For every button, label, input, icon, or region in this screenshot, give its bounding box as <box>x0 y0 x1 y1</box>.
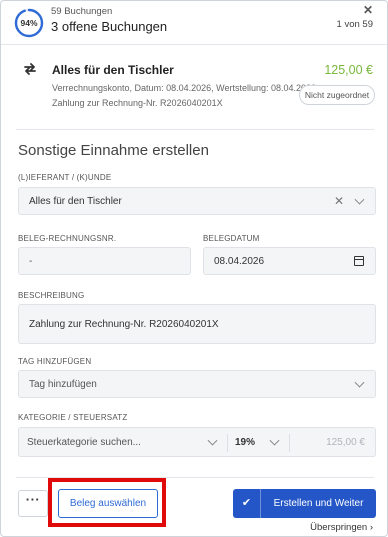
supplier-value: Alles für den Tischler <box>29 195 122 207</box>
tag-label: TAG HINZUFÜGEN <box>18 357 92 366</box>
chevron-down-icon[interactable] <box>354 194 365 205</box>
create-and-next-button[interactable]: ✔ Erstellen und Weiter <box>233 489 376 518</box>
receipt-date-label: BELEGDATUM <box>203 234 260 243</box>
divider <box>16 129 374 130</box>
tag-select[interactable]: Tag hinzufügen <box>18 370 376 398</box>
select-receipt-button[interactable]: Beleg auswählen <box>58 489 158 518</box>
receipt-date-value: 08.04.2026 <box>214 255 265 267</box>
transfer-arrows-icon <box>24 63 36 75</box>
supplier-select[interactable]: Alles für den Tischler ✕ <box>18 187 376 215</box>
pager-label: 1 von 59 <box>336 19 373 30</box>
description-label: BESCHREIBUNG <box>18 291 85 300</box>
transaction-details: Verrechnungskonto, Datum: 08.04.2026, We… <box>52 83 317 93</box>
category-label: KATEGORIE / STEUERSATZ <box>18 413 128 422</box>
close-icon[interactable]: ✕ <box>363 3 373 17</box>
progress-percent: 94% <box>20 18 38 28</box>
panel-header: 94% 59 Buchungen 3 offene Buchungen ✕ 1 … <box>1 1 387 45</box>
transaction-reference: Zahlung zur Rechnung-Nr. R2026040201X <box>52 98 223 108</box>
invoice-number-input[interactable]: - <box>18 247 191 275</box>
description-value: Zahlung zur Rechnung-Nr. R2026040201X <box>29 318 219 330</box>
progress-ring: 94% <box>14 8 44 38</box>
transaction-title: Alles für den Tischler <box>52 63 174 77</box>
category-row: Steuerkategorie suchen... 19% 125,00 € <box>18 427 376 457</box>
receipt-date-input[interactable]: 08.04.2026 <box>203 247 376 275</box>
skip-link[interactable]: Überspringen › <box>310 522 373 533</box>
divider <box>289 434 290 452</box>
clear-icon[interactable]: ✕ <box>334 194 344 208</box>
status-badge: Nicht zugeordnet <box>299 85 375 105</box>
checkmark-icon: ✔ <box>233 489 261 518</box>
more-options-button[interactable]: ··· <box>18 490 48 517</box>
open-bookings-title: 3 offene Buchungen <box>51 19 168 34</box>
invoice-number-label: BELEG-RECHNUNGSNR. <box>18 234 117 243</box>
booking-panel: 94% 59 Buchungen 3 offene Buchungen ✕ 1 … <box>0 0 388 537</box>
chevron-down-icon[interactable] <box>354 377 365 388</box>
tax-rate-select[interactable]: 19% <box>235 428 255 456</box>
calendar-icon[interactable] <box>354 256 364 266</box>
category-search[interactable]: Steuerkategorie suchen... <box>27 428 141 456</box>
form-section-title: Sonstige Einnahme erstellen <box>18 142 209 159</box>
tag-placeholder: Tag hinzufügen <box>29 378 97 390</box>
divider <box>227 434 228 452</box>
amount-input[interactable]: 125,00 € <box>326 428 365 456</box>
bookings-count: 59 Buchungen <box>51 6 113 17</box>
chevron-down-icon[interactable] <box>207 435 218 446</box>
chevron-down-icon[interactable] <box>269 435 280 446</box>
create-and-next-label: Erstellen und Weiter <box>273 498 364 509</box>
invoice-number-value: - <box>29 255 33 267</box>
supplier-label: (L)IEFERANT / (K)UNDE <box>18 173 112 182</box>
description-field[interactable]: Zahlung zur Rechnung-Nr. R2026040201X <box>18 304 376 344</box>
transaction-amount: 125,00 € <box>324 63 373 77</box>
